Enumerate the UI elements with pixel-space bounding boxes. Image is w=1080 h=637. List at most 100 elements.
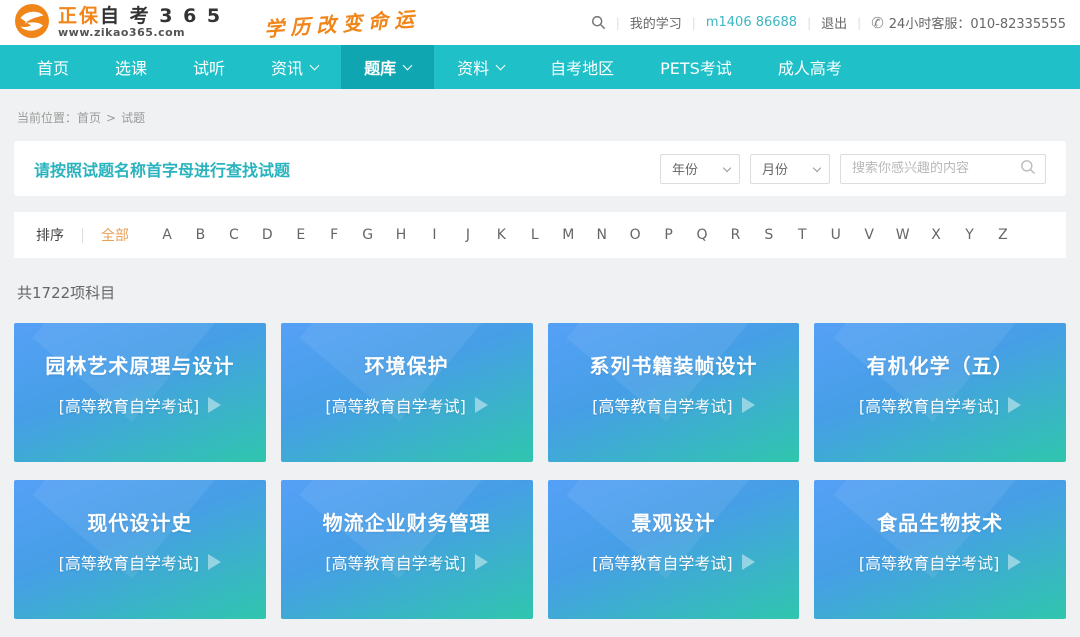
top-header: 正保自 考 3 6 5 www.zikao365.com 学历改变命运 | 我的… [0, 0, 1080, 45]
nav-item[interactable]: 选课 [92, 45, 170, 89]
nav-item-label: 资讯 [271, 55, 303, 79]
nav-item[interactable]: 资讯 [248, 45, 341, 89]
service-text: 24小时客服：010-82335555 [889, 13, 1066, 32]
nav-item-label: 试听 [193, 55, 225, 79]
letter-link[interactable]: J [460, 227, 476, 243]
divider: | [692, 16, 696, 30]
triangle-right-icon [1008, 397, 1021, 413]
brand-url: www.zikao365.com [58, 27, 222, 39]
nav-item-label: 自考地区 [550, 55, 614, 79]
subject-card[interactable]: 园林艺术原理与设计 [高等教育自学考试] [14, 323, 266, 462]
breadcrumb-current: 试题 [121, 111, 145, 125]
nav-item[interactable]: 首页 [14, 45, 92, 89]
letter-link[interactable]: W [895, 227, 911, 243]
subject-card[interactable]: 现代设计史 [高等教育自学考试] [14, 480, 266, 619]
subject-title: 有机化学（五） [814, 350, 1066, 379]
nav-item-label: 首页 [37, 55, 69, 79]
letter-link[interactable]: F [326, 227, 342, 243]
letter-link[interactable]: Z [995, 227, 1011, 243]
letter-links: A B C D E F G H I J K L M N O P Q R S T U V W X Y Z [159, 227, 1011, 243]
subject-subtitle: [高等教育自学考试] [325, 393, 466, 417]
nav-item[interactable]: PETS考试 [637, 45, 755, 89]
triangle-right-icon [742, 554, 755, 570]
chevron-down-icon [723, 163, 731, 171]
search-icon[interactable] [591, 15, 606, 30]
breadcrumb-separator: > [106, 111, 116, 125]
subject-subtitle: [高等教育自学考试] [859, 550, 1000, 574]
my-learning-link[interactable]: 我的学习 [630, 13, 682, 32]
triangle-right-icon [475, 554, 488, 570]
month-select[interactable]: 月份 [750, 154, 830, 184]
subject-subtitle: [高等教育自学考试] [859, 393, 1000, 417]
subject-title: 食品生物技术 [814, 507, 1066, 536]
phone-icon: ✆ [871, 14, 884, 32]
breadcrumb: 当前位置：首页 > 试题 [0, 89, 1080, 141]
letter-link[interactable]: H [393, 227, 409, 243]
letter-link[interactable]: B [192, 227, 208, 243]
letter-link[interactable]: T [794, 227, 810, 243]
nav-item-label: PETS考试 [660, 55, 732, 79]
nav-item[interactable]: 资料 [434, 45, 527, 89]
subject-card[interactable]: 有机化学（五） [高等教育自学考试] [814, 323, 1066, 462]
nav-item-label: 选课 [115, 55, 147, 79]
subject-card[interactable]: 食品生物技术 [高等教育自学考试] [814, 480, 1066, 619]
subject-cards-grid: 园林艺术原理与设计 [高等教育自学考试] 环境保护 [高等教育自学考试] 系列书… [14, 323, 1066, 619]
subject-subtitle: [高等教育自学考试] [59, 550, 200, 574]
subject-card[interactable]: 环境保护 [高等教育自学考试] [281, 323, 533, 462]
nav-item[interactable]: 题库 [341, 45, 434, 89]
letter-link[interactable]: Y [962, 227, 978, 243]
nav-item[interactable]: 自考地区 [527, 45, 637, 89]
filter-bar: 请按照试题名称首字母进行查找试题 年份 月份 [14, 141, 1066, 196]
letter-link[interactable]: Q [694, 227, 710, 243]
triangle-right-icon [1008, 554, 1021, 570]
main-nav: 首页 选课 试听 资讯 题库 资料 自考地区 PETS考试 成人高考 [0, 45, 1080, 89]
username-link[interactable]: m1406 86688 [706, 15, 797, 30]
magnifier-icon[interactable] [1020, 159, 1036, 179]
nav-item-label: 资料 [457, 55, 489, 79]
letter-link[interactable]: R [727, 227, 743, 243]
filter-all-link[interactable]: 全部 [101, 225, 129, 245]
divider: | [616, 16, 620, 30]
chevron-down-icon [813, 163, 821, 171]
year-select[interactable]: 年份 [660, 154, 740, 184]
letter-link[interactable]: N [594, 227, 610, 243]
letter-link[interactable]: U [828, 227, 844, 243]
subject-card[interactable]: 景观设计 [高等教育自学考试] [548, 480, 800, 619]
letter-link[interactable]: C [226, 227, 242, 243]
triangle-right-icon [742, 397, 755, 413]
breadcrumb-prefix: 当前位置： [17, 111, 77, 125]
letter-link[interactable]: A [159, 227, 175, 243]
nav-item[interactable]: 试听 [170, 45, 248, 89]
divider: | [857, 16, 861, 30]
subject-card[interactable]: 系列书籍装帧设计 [高等教育自学考试] [548, 323, 800, 462]
chevron-down-icon [403, 60, 413, 70]
letter-link[interactable]: G [360, 227, 376, 243]
brand-slogan: 学历改变命运 [263, 3, 421, 43]
alphabet-sort-bar: 排序 全部 ABCDEFGHIJKLMNOPQRSTUVWXYZ [14, 212, 1066, 258]
letter-link[interactable]: D [259, 227, 275, 243]
letter-link[interactable]: P [661, 227, 677, 243]
filter-hint-text: 请按照试题名称首字母进行查找试题 [34, 157, 290, 181]
letter-link[interactable]: X [928, 227, 944, 243]
subject-title: 物流企业财务管理 [281, 507, 533, 536]
subject-subtitle: [高等教育自学考试] [59, 393, 200, 417]
letter-link[interactable]: E [293, 227, 309, 243]
letter-link[interactable]: S [761, 227, 777, 243]
letter-link[interactable]: V [861, 227, 877, 243]
logout-link[interactable]: 退出 [821, 13, 847, 32]
letter-link[interactable]: L [527, 227, 543, 243]
subject-card[interactable]: 物流企业财务管理 [高等教育自学考试] [281, 480, 533, 619]
subject-subtitle: [高等教育自学考试] [592, 550, 733, 574]
breadcrumb-home-link[interactable]: 首页 [77, 111, 101, 125]
subject-subtitle: [高等教育自学考试] [592, 393, 733, 417]
letter-link[interactable]: M [560, 227, 576, 243]
nav-item-label: 成人高考 [778, 55, 842, 79]
letter-link[interactable]: I [427, 227, 443, 243]
customer-service: ✆ 24小时客服：010-82335555 [871, 13, 1066, 32]
search-input[interactable] [852, 161, 1020, 176]
divider [82, 228, 83, 243]
site-logo[interactable]: 正保自 考 3 6 5 www.zikao365.com [14, 3, 222, 43]
letter-link[interactable]: K [493, 227, 509, 243]
nav-item[interactable]: 成人高考 [755, 45, 865, 89]
letter-link[interactable]: O [627, 227, 643, 243]
